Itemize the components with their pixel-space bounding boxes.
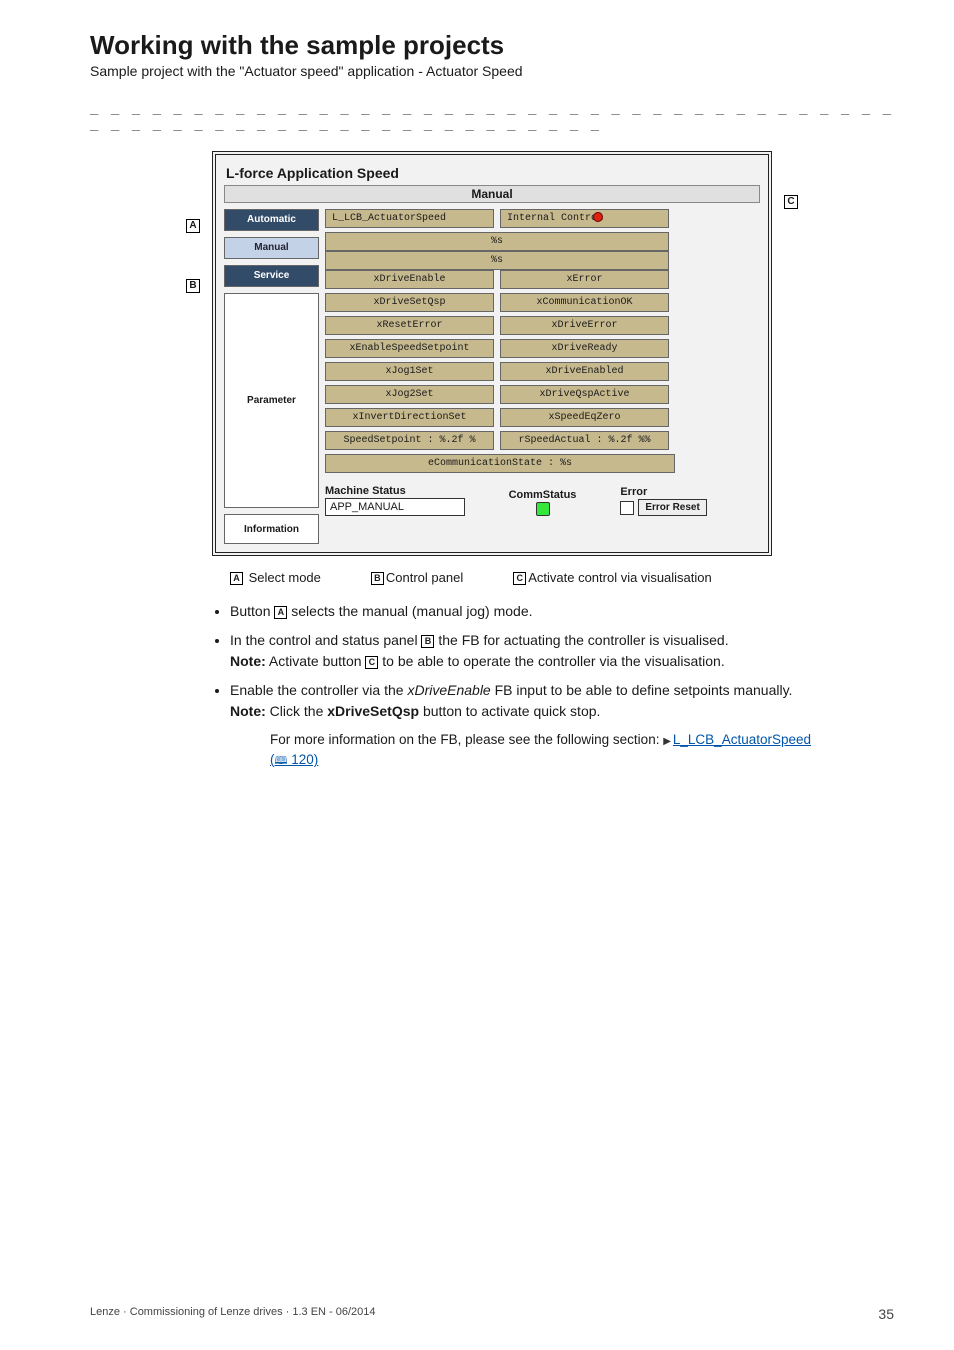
error-reset-button[interactable]: Error Reset bbox=[638, 499, 706, 516]
paramter-button[interactable]: Parameter bbox=[224, 293, 319, 508]
footer-left: Lenze · Commissioning of Lenze drives · … bbox=[90, 1306, 376, 1322]
page-subheading: Sample project with the "Actuator speed"… bbox=[90, 63, 894, 79]
io-xdriveerror: xDriveError bbox=[500, 316, 669, 335]
information-button[interactable]: Information bbox=[224, 514, 319, 544]
io-xdriveenabled: xDriveEnabled bbox=[500, 362, 669, 381]
legend-a: A Select mode bbox=[230, 570, 321, 585]
app-screenshot: A B C L-force Application Speed Manual A… bbox=[212, 151, 772, 556]
link-page-ref[interactable]: (🕮 120) bbox=[270, 752, 318, 767]
internal-control-button[interactable]: Internal Control bbox=[500, 209, 669, 228]
inline-box-a: A bbox=[274, 606, 287, 619]
io-xdriveready: xDriveReady bbox=[500, 339, 669, 358]
bullet-3: Enable the controller via the xDriveEnab… bbox=[230, 680, 910, 771]
io-xcommunicationok: xCommunicationOK bbox=[500, 293, 669, 312]
placeholder-row-1: %s bbox=[325, 232, 669, 251]
io-ecommunicationstate: eCommunicationState : %s bbox=[325, 454, 675, 473]
callout-a: A bbox=[186, 219, 200, 233]
tab-service[interactable]: Service bbox=[224, 265, 319, 287]
bullet-1: Button A selects the manual (manual jog)… bbox=[230, 601, 910, 622]
book-icon: 🕮 bbox=[275, 755, 288, 767]
internal-control-label: Internal Control bbox=[507, 213, 603, 224]
tab-manual[interactable]: Manual bbox=[224, 237, 319, 259]
more-info-note: For more information on the FB, please s… bbox=[270, 730, 910, 771]
io-xerror: xError bbox=[500, 270, 669, 289]
io-xjog2set[interactable]: xJog2Set bbox=[325, 385, 494, 404]
page-number: 35 bbox=[878, 1306, 894, 1322]
placeholder-row-2: %s bbox=[325, 251, 669, 270]
arrow-icon: ▶ bbox=[663, 734, 671, 749]
io-xjog1set[interactable]: xJog1Set bbox=[325, 362, 494, 381]
inline-box-b: B bbox=[421, 635, 434, 648]
legend-b: BControl panel bbox=[371, 570, 463, 585]
error-indicator bbox=[620, 501, 634, 515]
manual-header: Manual bbox=[224, 185, 760, 203]
commstatus-lamp-icon bbox=[536, 502, 550, 516]
internal-control-lamp-icon bbox=[593, 212, 603, 222]
machine-status-label: Machine Status bbox=[325, 485, 465, 497]
io-xspeedeqzero: xSpeedEqZero bbox=[500, 408, 669, 427]
io-xenablespeedsetpoint[interactable]: xEnableSpeedSetpoint bbox=[325, 339, 494, 358]
callout-b: B bbox=[186, 279, 200, 293]
io-xinvertdirectionset[interactable]: xInvertDirectionSet bbox=[325, 408, 494, 427]
section-divider: _ _ _ _ _ _ _ _ _ _ _ _ _ _ _ _ _ _ _ _ … bbox=[90, 99, 894, 131]
page-heading: Working with the sample projects bbox=[90, 30, 894, 61]
link-actuatorspeed[interactable]: L_LCB_ActuatorSpeed bbox=[673, 732, 811, 747]
io-xdrivesetqsp[interactable]: xDriveSetQsp bbox=[325, 293, 494, 312]
inline-box-c: C bbox=[365, 656, 378, 669]
legend-a-box: A bbox=[230, 572, 243, 585]
io-xdriveqspactive: xDriveQspActive bbox=[500, 385, 669, 404]
app-title: L-force Application Speed bbox=[224, 165, 760, 181]
fb-name-box: L_LCB_ActuatorSpeed bbox=[325, 209, 494, 228]
legend-c: CActivate control via visualisation bbox=[513, 570, 712, 585]
io-speedsetpoint[interactable]: SpeedSetpoint : %.2f % bbox=[325, 431, 494, 450]
error-label: Error bbox=[620, 486, 760, 498]
commstatus-label: CommStatus bbox=[509, 489, 577, 501]
io-xdriveenable[interactable]: xDriveEnable bbox=[325, 270, 494, 289]
legend-c-box: C bbox=[513, 572, 526, 585]
callout-c: C bbox=[784, 195, 798, 209]
io-rspeedactual: rSpeedActual : %.2f %% bbox=[500, 431, 669, 450]
machine-status-value: APP_MANUAL bbox=[325, 498, 465, 516]
tab-automatic[interactable]: Automatic bbox=[224, 209, 319, 231]
legend-b-box: B bbox=[371, 572, 384, 585]
io-xreseterror[interactable]: xResetError bbox=[325, 316, 494, 335]
bullet-2: In the control and status panel B the FB… bbox=[230, 630, 910, 672]
